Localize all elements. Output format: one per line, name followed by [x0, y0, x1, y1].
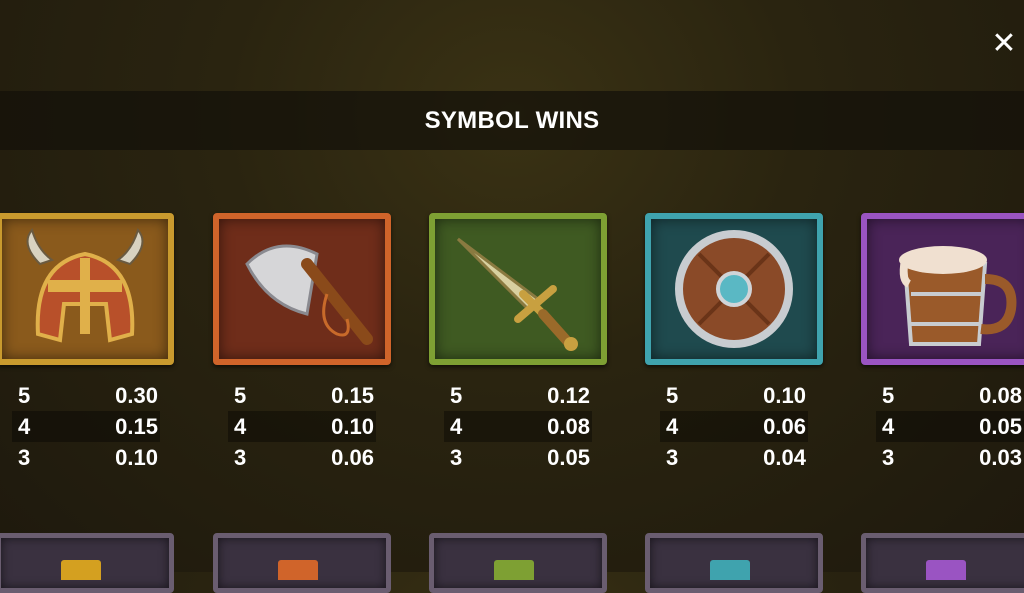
section-title: SYMBOL WINS	[424, 106, 600, 134]
payout-value: 0.06	[763, 413, 806, 439]
pay-row: 5 0.08	[876, 380, 1024, 411]
match-count: 3	[882, 444, 895, 470]
viking-helmet-icon	[26, 227, 144, 343]
match-count: 4	[882, 413, 895, 439]
pay-row: 4 0.08	[444, 411, 592, 442]
pay-row: 3 0.10	[12, 442, 160, 473]
pay-row: 3 0.03	[876, 442, 1024, 473]
payout-value: 0.04	[763, 444, 806, 470]
round-shield-icon	[675, 230, 793, 348]
symbol-tile-shield	[645, 213, 823, 365]
match-count: 4	[666, 413, 679, 439]
payout-value: 0.05	[979, 413, 1022, 439]
match-count: 3	[234, 444, 247, 470]
payout-value: 0.08	[979, 382, 1022, 408]
payout-value: 0.06	[331, 444, 374, 470]
pay-row: 4 0.05	[876, 411, 1024, 442]
paytable-axe: 5 0.15 4 0.10 3 0.06	[228, 380, 376, 473]
symbol-tile-helmet	[0, 213, 174, 365]
pay-row: 4 0.06	[660, 411, 808, 442]
battle-axe-icon	[245, 244, 373, 345]
symbol-tile-dagger	[429, 213, 607, 365]
symbol-tile-lower	[213, 533, 391, 593]
payout-value: 0.30	[115, 382, 158, 408]
lower-symbol-icon	[61, 560, 101, 580]
payout-value: 0.15	[331, 382, 374, 408]
match-count: 5	[882, 382, 895, 408]
payout-value: 0.10	[331, 413, 374, 439]
paytable-helmet: 5 0.30 4 0.15 3 0.10	[12, 380, 160, 473]
match-count: 4	[18, 413, 31, 439]
pay-row: 4 0.15	[12, 411, 160, 442]
symbol-tile-lower	[645, 533, 823, 593]
payout-value: 0.12	[547, 382, 590, 408]
symbol-tile-lower	[0, 533, 174, 593]
match-count: 5	[18, 382, 31, 408]
pay-row: 3 0.04	[660, 442, 808, 473]
paytable-dagger: 5 0.12 4 0.08 3 0.05	[444, 380, 592, 473]
pay-row: 5 0.10	[660, 380, 808, 411]
symbol-tile-tankard	[861, 213, 1024, 365]
payout-value: 0.05	[547, 444, 590, 470]
match-count: 5	[234, 382, 247, 408]
paytable-shield: 5 0.10 4 0.06 3 0.04	[660, 380, 808, 473]
pay-row: 4 0.10	[228, 411, 376, 442]
pay-row: 5 0.30	[12, 380, 160, 411]
symbol-tile-lower	[429, 533, 607, 593]
payout-value: 0.08	[547, 413, 590, 439]
match-count: 3	[18, 444, 31, 470]
payout-value: 0.03	[979, 444, 1022, 470]
pay-row: 3 0.05	[444, 442, 592, 473]
lower-symbol-icon	[278, 560, 318, 580]
payout-value: 0.15	[115, 413, 158, 439]
match-count: 4	[234, 413, 247, 439]
lower-symbol-icon	[926, 560, 966, 580]
match-count: 4	[450, 413, 463, 439]
lower-symbol-icon	[494, 560, 534, 580]
pay-row: 5 0.12	[444, 380, 592, 411]
lower-symbol-icon	[710, 560, 750, 580]
section-header: SYMBOL WINS	[0, 91, 1024, 150]
symbol-tile-lower	[861, 533, 1024, 593]
payout-value: 0.10	[115, 444, 158, 470]
payout-value: 0.10	[763, 382, 806, 408]
symbol-tile-axe	[213, 213, 391, 365]
match-count: 5	[666, 382, 679, 408]
match-count: 5	[450, 382, 463, 408]
ale-tankard-icon	[899, 246, 1017, 346]
pay-row: 5 0.15	[228, 380, 376, 411]
pay-row: 3 0.06	[228, 442, 376, 473]
dagger-icon	[456, 237, 578, 351]
close-icon[interactable]: ✕	[990, 29, 1018, 59]
match-count: 3	[450, 444, 463, 470]
match-count: 3	[666, 444, 679, 470]
paytable-tankard: 5 0.08 4 0.05 3 0.03	[876, 380, 1024, 473]
